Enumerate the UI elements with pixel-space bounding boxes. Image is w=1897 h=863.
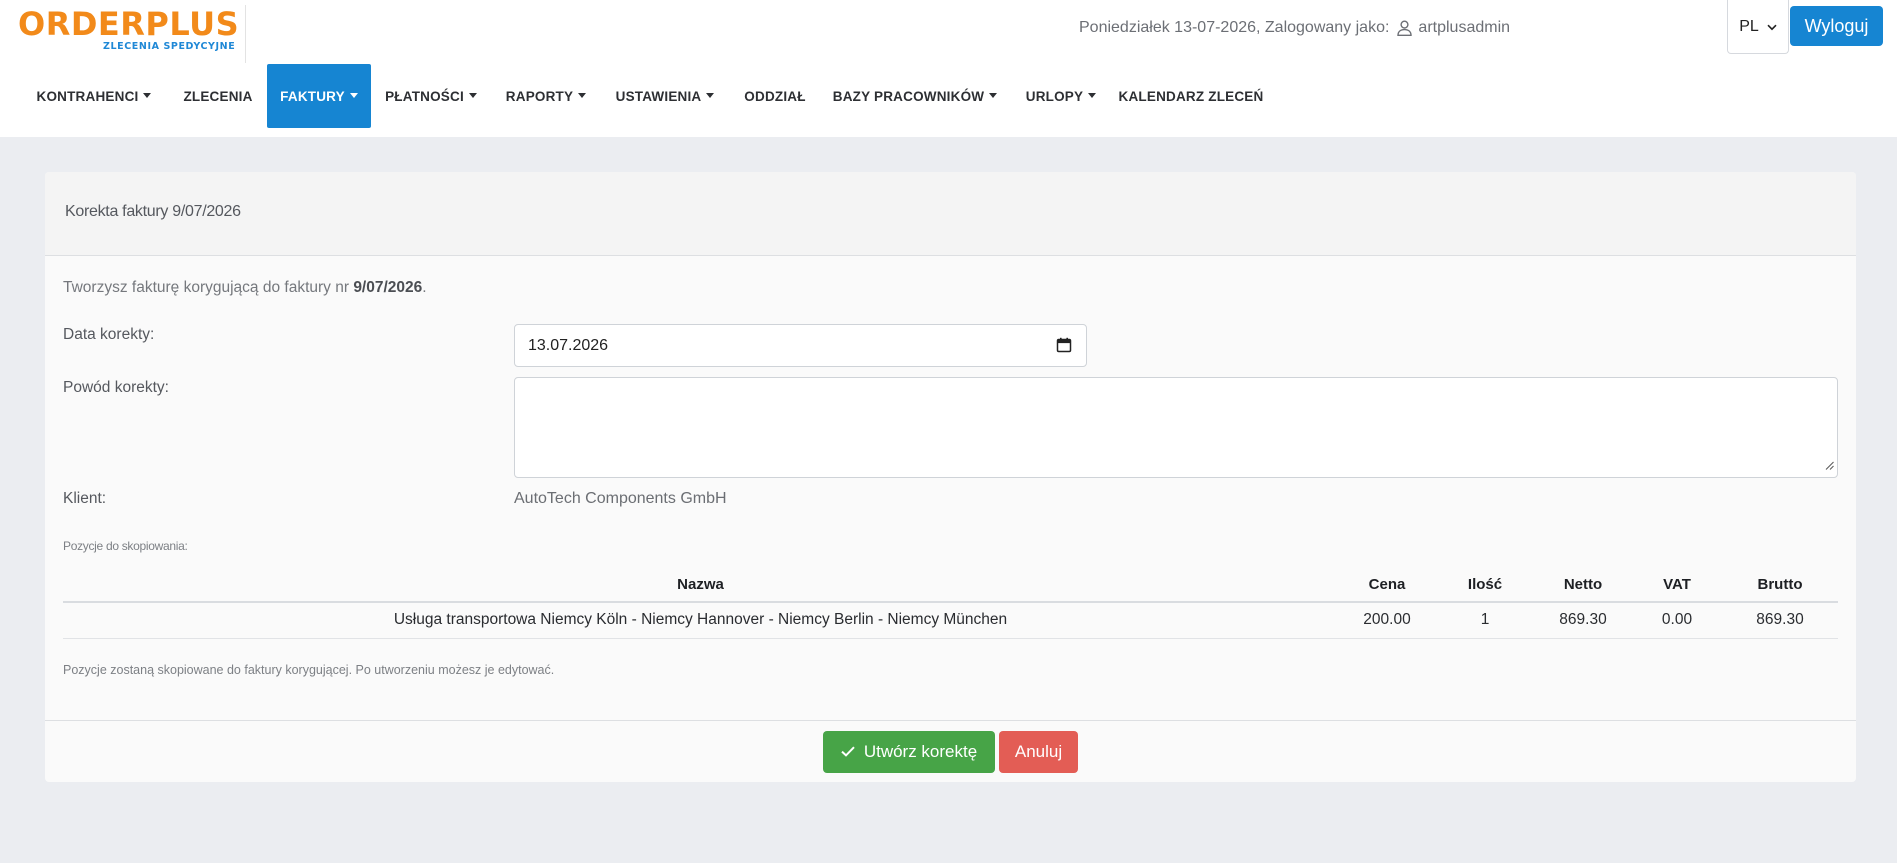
positions-table: Nazwa Cena Ilość Netto VAT Brutto Usługa… — [63, 568, 1838, 639]
logo-sub-text: ZLECENIA SPEDYCYJNE — [103, 41, 236, 52]
intro-prefix: Tworzysz fakturę korygującą do faktury n… — [63, 279, 354, 296]
card-header: Korekta faktury 9/07/2026 — [45, 172, 1856, 256]
nav-item-label: BAZY PRACOWNIKÓW — [832, 88, 985, 104]
create-correction-label: Utwórz korektę — [863, 742, 978, 761]
date-login-text: Poniedziałek 13-07-2026, Zalogowany jako… — [1079, 19, 1390, 36]
copy-note: Pozycje zostaną skopiowane do faktury ko… — [63, 663, 555, 677]
date-label: Data korekty: — [63, 326, 155, 343]
user-icon — [1397, 20, 1413, 36]
client-label: Klient: — [63, 490, 107, 507]
intro-suffix: . — [422, 279, 427, 296]
create-correction-button[interactable]: Utwórz korektę — [823, 731, 995, 773]
nav-item-bazy-pracownikow[interactable]: BAZY PRACOWNIKÓW — [827, 64, 1003, 128]
column-header-vat: VAT — [1632, 568, 1722, 603]
positions-caption: Pozycje do skopiowania: — [63, 539, 188, 553]
nav-item-urlopy[interactable]: URLOPY — [1018, 64, 1104, 128]
nav-item-label: ZLECENIA — [183, 88, 253, 104]
date-value: 13.07.2026 — [528, 336, 609, 354]
resize-grip-icon[interactable] — [1825, 457, 1834, 474]
nav-item-faktury[interactable]: FAKTURY — [267, 64, 371, 128]
nav-item-label: KALENDARZ ZLECEŃ — [1118, 88, 1264, 104]
nav-item-oddzial[interactable]: ODDZIAŁ — [735, 64, 815, 128]
nav-item-platnosci[interactable]: PŁATNOŚCI — [377, 64, 485, 128]
column-header-brutto: Brutto — [1722, 568, 1838, 603]
chevron-down-icon — [1767, 18, 1777, 36]
user-info: Poniedziałek 13-07-2026, Zalogowany jako… — [1079, 17, 1510, 39]
table-row: Usługa transportowa Niemcy Köln - Niemcy… — [63, 602, 1838, 639]
cell-ilosc: 1 — [1436, 602, 1534, 639]
correction-reason-textarea[interactable] — [514, 377, 1838, 478]
logo-main-text: ORDERPLUS — [18, 5, 240, 43]
language-select[interactable]: PL — [1727, 0, 1789, 54]
top-header: ORDERPLUS ZLECENIA SPEDYCYJNE Poniedział… — [0, 0, 1897, 137]
check-icon — [841, 742, 855, 762]
cell-vat: 0.00 — [1632, 602, 1722, 639]
cancel-button[interactable]: Anuluj — [999, 731, 1078, 773]
nav-item-zlecenia[interactable]: ZLECENIA — [172, 64, 264, 128]
logo[interactable]: ORDERPLUS ZLECENIA SPEDYCYJNE — [18, 5, 246, 63]
card-footer: Utwórz korektę Anuluj — [45, 720, 1856, 782]
logout-button[interactable]: Wyloguj — [1790, 6, 1883, 46]
correction-card: Korekta faktury 9/07/2026 Tworzysz faktu… — [45, 172, 1856, 782]
nav-item-label: KONTRAHENCI — [36, 88, 139, 104]
cell-cena: 200.00 — [1338, 602, 1436, 639]
nav-item-kalendarz-zlecen[interactable]: KALENDARZ ZLECEŃ — [1117, 64, 1265, 128]
correction-date-input[interactable]: 13.07.2026 — [514, 324, 1087, 367]
nav-item-label: USTAWIENIA — [615, 88, 702, 104]
nav-item-ustawienia[interactable]: USTAWIENIA — [607, 64, 723, 128]
caret-down-icon — [349, 92, 358, 98]
nav-item-raporty[interactable]: RAPORTY — [498, 64, 594, 128]
language-value: PL — [1739, 17, 1759, 35]
column-header-cena: Cena — [1338, 568, 1436, 603]
nav-item-label: URLOPY — [1025, 88, 1084, 104]
table-header-row: Nazwa Cena Ilość Netto VAT Brutto — [63, 568, 1838, 603]
intro-invoice-number: 9/07/2026 — [353, 279, 423, 296]
nav-item-label: RAPORTY — [505, 88, 574, 104]
nav-item-label: ODDZIAŁ — [744, 88, 806, 104]
nav-item-label: PŁATNOŚCI — [385, 88, 464, 104]
caret-down-icon — [706, 92, 715, 98]
column-header-ilosc: Ilość — [1436, 568, 1534, 603]
intro-text: Tworzysz fakturę korygującą do faktury n… — [63, 279, 427, 297]
nav-item-label: FAKTURY — [280, 88, 345, 104]
caret-down-icon — [468, 92, 477, 98]
calendar-icon[interactable] — [1056, 337, 1072, 358]
column-header-nazwa: Nazwa — [63, 568, 1338, 603]
caret-down-icon — [1088, 92, 1097, 98]
client-value: AutoTech Components GmbH — [514, 490, 727, 507]
reason-label: Powód korekty: — [63, 379, 169, 396]
caret-down-icon — [578, 92, 587, 98]
caret-down-icon — [143, 92, 152, 98]
username: artplusadmin — [1418, 19, 1511, 36]
cell-netto: 869.30 — [1534, 602, 1632, 639]
nav-item-kontrahenci[interactable]: KONTRAHENCI — [30, 64, 158, 128]
main-nav: KONTRAHENCI ZLECENIA FAKTURY PŁATNOŚCI R… — [0, 64, 1897, 128]
cell-brutto: 869.30 — [1722, 602, 1838, 639]
caret-down-icon — [989, 92, 998, 98]
card-title: Korekta faktury 9/07/2026 — [65, 203, 241, 220]
cell-nazwa: Usługa transportowa Niemcy Köln - Niemcy… — [63, 602, 1338, 639]
column-header-netto: Netto — [1534, 568, 1632, 603]
